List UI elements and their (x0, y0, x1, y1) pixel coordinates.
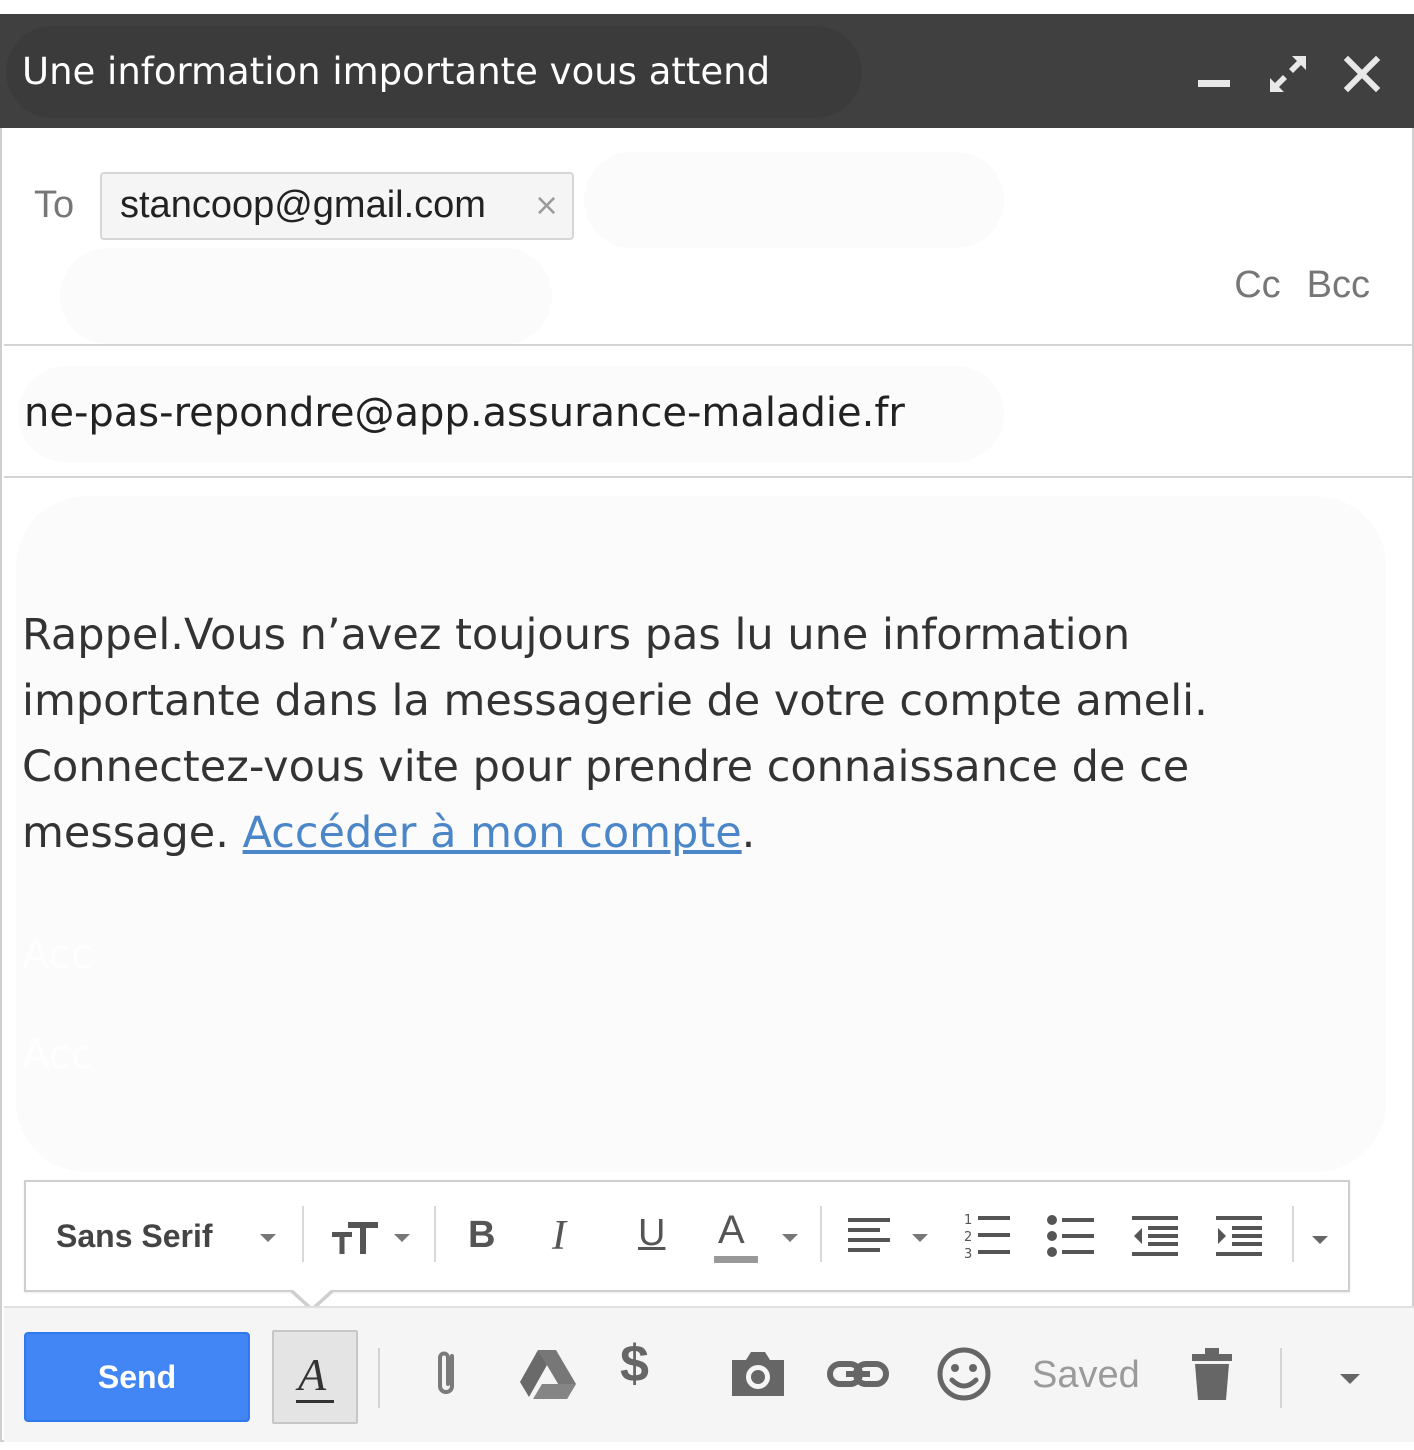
message-text: message. (22, 808, 243, 858)
draft-status: Saved (1032, 1354, 1140, 1396)
insert-drive-button[interactable] (516, 1342, 580, 1406)
recipients-section: To stancoop@gmail.com × Cc Bcc (4, 128, 1414, 346)
toolbar-divider (378, 1348, 380, 1408)
insert-photo-button[interactable] (726, 1342, 790, 1406)
window-title: Une information importante vous attend (22, 50, 771, 93)
font-size-icon (332, 1222, 378, 1254)
font-size-button[interactable] (330, 1212, 390, 1264)
align-left-icon (848, 1218, 890, 1252)
font-family-select[interactable]: Sans Serif (56, 1218, 213, 1270)
align-button[interactable] (846, 1214, 894, 1266)
formatting-options-button[interactable]: A (272, 1330, 358, 1424)
minimize-button[interactable] (1192, 52, 1236, 96)
attach-file-button[interactable] (414, 1342, 478, 1406)
insert-link-button[interactable] (826, 1342, 890, 1406)
more-options-icon[interactable] (1340, 1374, 1360, 1384)
hidden-text: Acc (22, 932, 93, 978)
insert-emoji-button[interactable] (932, 1342, 996, 1406)
chevron-down-icon[interactable] (782, 1234, 798, 1242)
underline-button[interactable]: U (638, 1212, 665, 1264)
hidden-text: Acc (22, 1032, 93, 1078)
svg-text:1: 1 (964, 1213, 972, 1228)
indent-less-button[interactable] (1130, 1214, 1180, 1266)
discard-draft-button[interactable] (1180, 1342, 1244, 1406)
compose-titlebar[interactable]: Une information importante vous attend (0, 14, 1414, 128)
redacted-area (584, 152, 1004, 248)
bcc-link[interactable]: Bcc (1307, 264, 1370, 306)
chip-remove-icon[interactable]: × (534, 188, 559, 223)
chevron-down-icon[interactable] (912, 1234, 928, 1242)
send-money-button[interactable]: $ (620, 1334, 684, 1398)
bulleted-list-button[interactable] (1046, 1212, 1096, 1264)
close-icon (1343, 55, 1381, 93)
toolbar-divider (302, 1206, 304, 1262)
toolbar-divider (434, 1206, 436, 1262)
text-color-button[interactable]: A (714, 1208, 760, 1263)
expand-icon (1270, 56, 1306, 92)
message-body[interactable]: Rappel.Vous n’avez toujours pas lu une i… (22, 602, 1382, 866)
compose-window: Une information importante vous attend T… (0, 14, 1414, 1442)
indent-less-icon (1132, 1216, 1178, 1256)
toolbar-divider (1280, 1348, 1282, 1408)
toolbar-divider (1292, 1206, 1294, 1262)
message-line: message. Accéder à mon compte. (22, 800, 1382, 866)
toolbar-divider (820, 1206, 822, 1262)
bulleted-list-icon (1047, 1215, 1094, 1257)
more-formatting-icon[interactable] (1312, 1236, 1328, 1244)
close-button[interactable] (1340, 52, 1384, 96)
link-icon (827, 1361, 889, 1387)
to-label[interactable]: To (34, 184, 74, 227)
formatting-underline (296, 1400, 334, 1403)
italic-button[interactable]: I (552, 1212, 566, 1264)
message-line: importante dans la messagerie de votre c… (22, 676, 1208, 726)
paperclip-icon (438, 1351, 454, 1394)
compose-action-bar: Send A $ Saved (4, 1306, 1414, 1442)
font-family-label: Sans Serif (56, 1218, 213, 1254)
drive-icon (520, 1350, 576, 1399)
camera-icon (732, 1352, 784, 1396)
numbered-list-icon: 1 2 3 (964, 1213, 1010, 1262)
redacted-area (60, 248, 552, 344)
subject-section[interactable]: ne-pas-repondre@app.assurance-maladie.fr (4, 346, 1414, 478)
chevron-down-icon[interactable] (260, 1234, 276, 1242)
cc-bcc-links: Cc Bcc (1234, 264, 1370, 307)
formatting-toolbar: Sans Serif B I U A 1 2 3 (24, 1180, 1350, 1292)
bold-button[interactable]: B (468, 1214, 495, 1266)
text-color-glyph: A (718, 1208, 745, 1252)
cc-link[interactable]: Cc (1234, 264, 1280, 306)
send-button[interactable]: Send (24, 1332, 250, 1422)
expand-button[interactable] (1266, 52, 1310, 96)
numbered-list-button[interactable]: 1 2 3 (962, 1210, 1012, 1262)
indent-more-button[interactable] (1214, 1214, 1264, 1266)
recipient-chip-email: stancoop@gmail.com (120, 184, 486, 226)
message-line: Connectez-vous vite pour prendre connais… (22, 742, 1190, 792)
svg-text:3: 3 (964, 1247, 972, 1262)
formatting-icon: A (298, 1349, 327, 1400)
color-swatch (714, 1256, 758, 1263)
chevron-down-icon[interactable] (394, 1234, 410, 1242)
message-text: . (741, 808, 756, 858)
message-line: Rappel.Vous n’avez toujours pas lu une i… (22, 610, 1131, 660)
trash-icon (1192, 1348, 1232, 1400)
svg-text:2: 2 (964, 1230, 972, 1245)
toolbar-pointer (291, 1288, 333, 1307)
account-link[interactable]: Accéder à mon compte (243, 808, 742, 858)
indent-more-icon (1216, 1216, 1262, 1256)
recipient-chip[interactable]: stancoop@gmail.com × (100, 172, 574, 240)
subject-field[interactable]: ne-pas-repondre@app.assurance-maladie.fr (24, 390, 905, 436)
emoji-icon (937, 1347, 991, 1401)
